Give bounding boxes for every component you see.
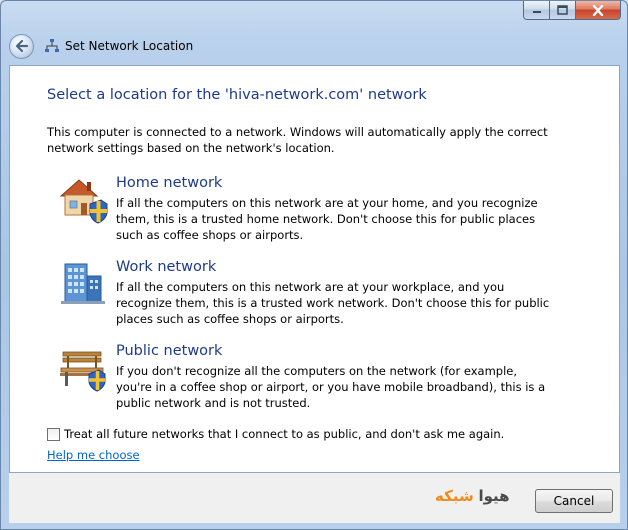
title-bar: Set Network Location <box>9 31 193 61</box>
work-network-title[interactable]: Work network <box>116 258 216 276</box>
dialog-content: Select a location for the 'hiva-network.… <box>9 65 620 473</box>
home-network-option[interactable]: Home network If all the computers on thi… <box>57 174 597 246</box>
close-button[interactable] <box>576 1 621 20</box>
help-me-choose-link[interactable]: Help me choose <box>47 448 140 462</box>
maximize-icon <box>557 5 568 15</box>
home-network-description: If all the computers on this network are… <box>116 196 538 242</box>
logo-text-part2: شبکه <box>435 487 474 505</box>
treat-as-public-row: Treat all future networks that I connect… <box>47 427 504 441</box>
public-network-icon <box>60 351 106 392</box>
logo-text-part1: هیوا <box>478 487 510 505</box>
public-network-option[interactable]: Public network If you don't recognize al… <box>57 342 597 414</box>
treat-as-public-checkbox[interactable] <box>47 427 60 441</box>
minimize-button[interactable] <box>523 1 550 20</box>
watermark-logo: هیوا شبکه <box>435 487 510 505</box>
page-heading: Select a location for the 'hiva-network.… <box>47 87 427 103</box>
dialog-footer: هیوا شبکه Cancel <box>9 473 620 523</box>
work-network-description: If all the computers on this network are… <box>116 280 550 326</box>
home-network-icon <box>59 179 108 224</box>
window-title: Set Network Location <box>65 39 194 53</box>
caption-buttons <box>523 1 621 20</box>
public-network-description: If you don't recognize all the computers… <box>116 364 546 410</box>
window-frame: Set Network Location Select a location f… <box>0 0 628 530</box>
treat-as-public-label[interactable]: Treat all future networks that I connect… <box>64 427 504 441</box>
work-network-icon <box>61 263 105 304</box>
cancel-button[interactable]: Cancel <box>535 489 613 513</box>
home-network-title[interactable]: Home network <box>116 174 222 192</box>
work-network-option[interactable]: Work network If all the computers on thi… <box>57 258 597 330</box>
back-button[interactable] <box>9 33 34 59</box>
close-icon <box>592 4 604 16</box>
back-arrow-icon <box>15 39 28 53</box>
minimize-icon <box>532 11 541 13</box>
network-icon <box>45 39 59 52</box>
intro-text: This computer is connected to a network.… <box>47 125 548 155</box>
public-network-title[interactable]: Public network <box>116 342 222 360</box>
maximize-button[interactable] <box>550 1 576 20</box>
